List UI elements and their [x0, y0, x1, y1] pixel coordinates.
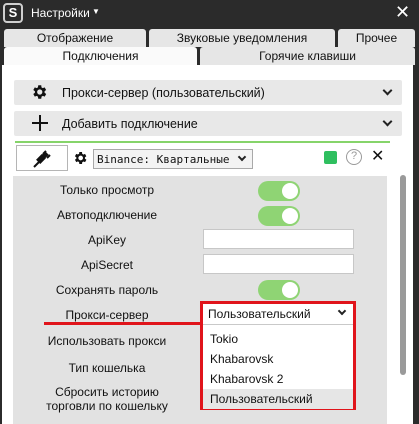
tab-display[interactable]: Отображение	[4, 29, 146, 47]
chevron-down-icon	[337, 306, 347, 316]
title-bar: S Настройки ▼ ✕	[0, 0, 419, 27]
reset-history-label-line1: Сбросить историю	[55, 385, 159, 399]
view-only-label: Только просмотр	[59, 183, 155, 197]
chevron-down-icon[interactable]	[382, 85, 393, 96]
wallet-type-label: Тип кошелька	[68, 361, 146, 375]
close-window-icon[interactable]: ✕	[395, 2, 410, 22]
proxy-option[interactable]: Khabarovsk 2	[203, 369, 353, 389]
help-icon[interactable]: ?	[346, 149, 362, 165]
proxy-option-selected[interactable]: Пользовательский	[203, 389, 353, 409]
scrollbar[interactable]	[400, 175, 406, 375]
tab-strip: Отображение Звуковые уведомления Прочее …	[0, 27, 419, 65]
auto-connect-toggle[interactable]	[258, 206, 300, 226]
tab-other[interactable]: Прочее	[338, 29, 415, 47]
connection-header: Binance: Квартальные ф ? ✕	[12, 143, 390, 173]
tab-connections[interactable]: Подключения	[4, 47, 197, 65]
gear-icon	[33, 85, 47, 99]
tab-sound-notifications[interactable]: Звуковые уведомления	[149, 29, 335, 47]
proxy-server-label: Прокси-сервер (пользовательский)	[62, 86, 265, 100]
proxy-option[interactable]: Khabarovsk	[203, 349, 353, 369]
exchange-select-value: Binance: Квартальные ф	[97, 153, 235, 166]
gear-icon[interactable]	[72, 150, 88, 166]
proxy-server-select[interactable]: Пользовательский Tokio Khabarovsk Khabar…	[200, 301, 356, 410]
add-connection-label: Добавить подключение	[62, 117, 198, 131]
proxy-server-field-label: Прокси-сервер	[65, 308, 149, 322]
chevron-down-icon	[237, 152, 247, 162]
exchange-select[interactable]: Binance: Квартальные ф	[93, 149, 253, 169]
api-key-label: ApiKey	[87, 233, 127, 247]
view-only-toggle[interactable]	[258, 181, 300, 201]
annotation-underline	[44, 322, 204, 325]
tab-hotkeys[interactable]: Горячие клавиши	[200, 47, 415, 65]
window-title[interactable]: Настройки	[31, 6, 90, 20]
app-logo-icon: S	[3, 3, 23, 23]
use-proxy-label: Использовать прокси	[47, 334, 167, 348]
plug-icon	[33, 150, 51, 168]
connect-toggle-button[interactable]	[16, 145, 68, 171]
auto-connect-label: Автоподключение	[56, 208, 158, 222]
plus-icon	[32, 115, 48, 131]
chevron-down-icon[interactable]	[382, 116, 393, 127]
api-secret-label: ApiSecret	[80, 258, 134, 272]
save-password-label: Сохранять пароль	[55, 283, 159, 297]
status-indicator	[324, 151, 337, 164]
title-menu-arrow-icon[interactable]: ▼	[92, 7, 100, 16]
api-secret-input[interactable]	[203, 254, 354, 274]
proxy-server-bar[interactable]: Прокси-сервер (пользовательский)	[14, 80, 402, 105]
proxy-select-current[interactable]: Пользовательский	[203, 304, 353, 325]
api-key-input[interactable]	[203, 229, 354, 249]
proxy-option[interactable]: Tokio	[203, 329, 353, 349]
proxy-select-value: Пользовательский	[208, 307, 311, 321]
reset-history-label-line2: торговли по кошельку	[46, 399, 168, 413]
add-connection-bar[interactable]: Добавить подключение	[14, 111, 402, 136]
remove-connection-icon[interactable]: ✕	[371, 146, 384, 166]
save-password-toggle[interactable]	[258, 280, 300, 300]
